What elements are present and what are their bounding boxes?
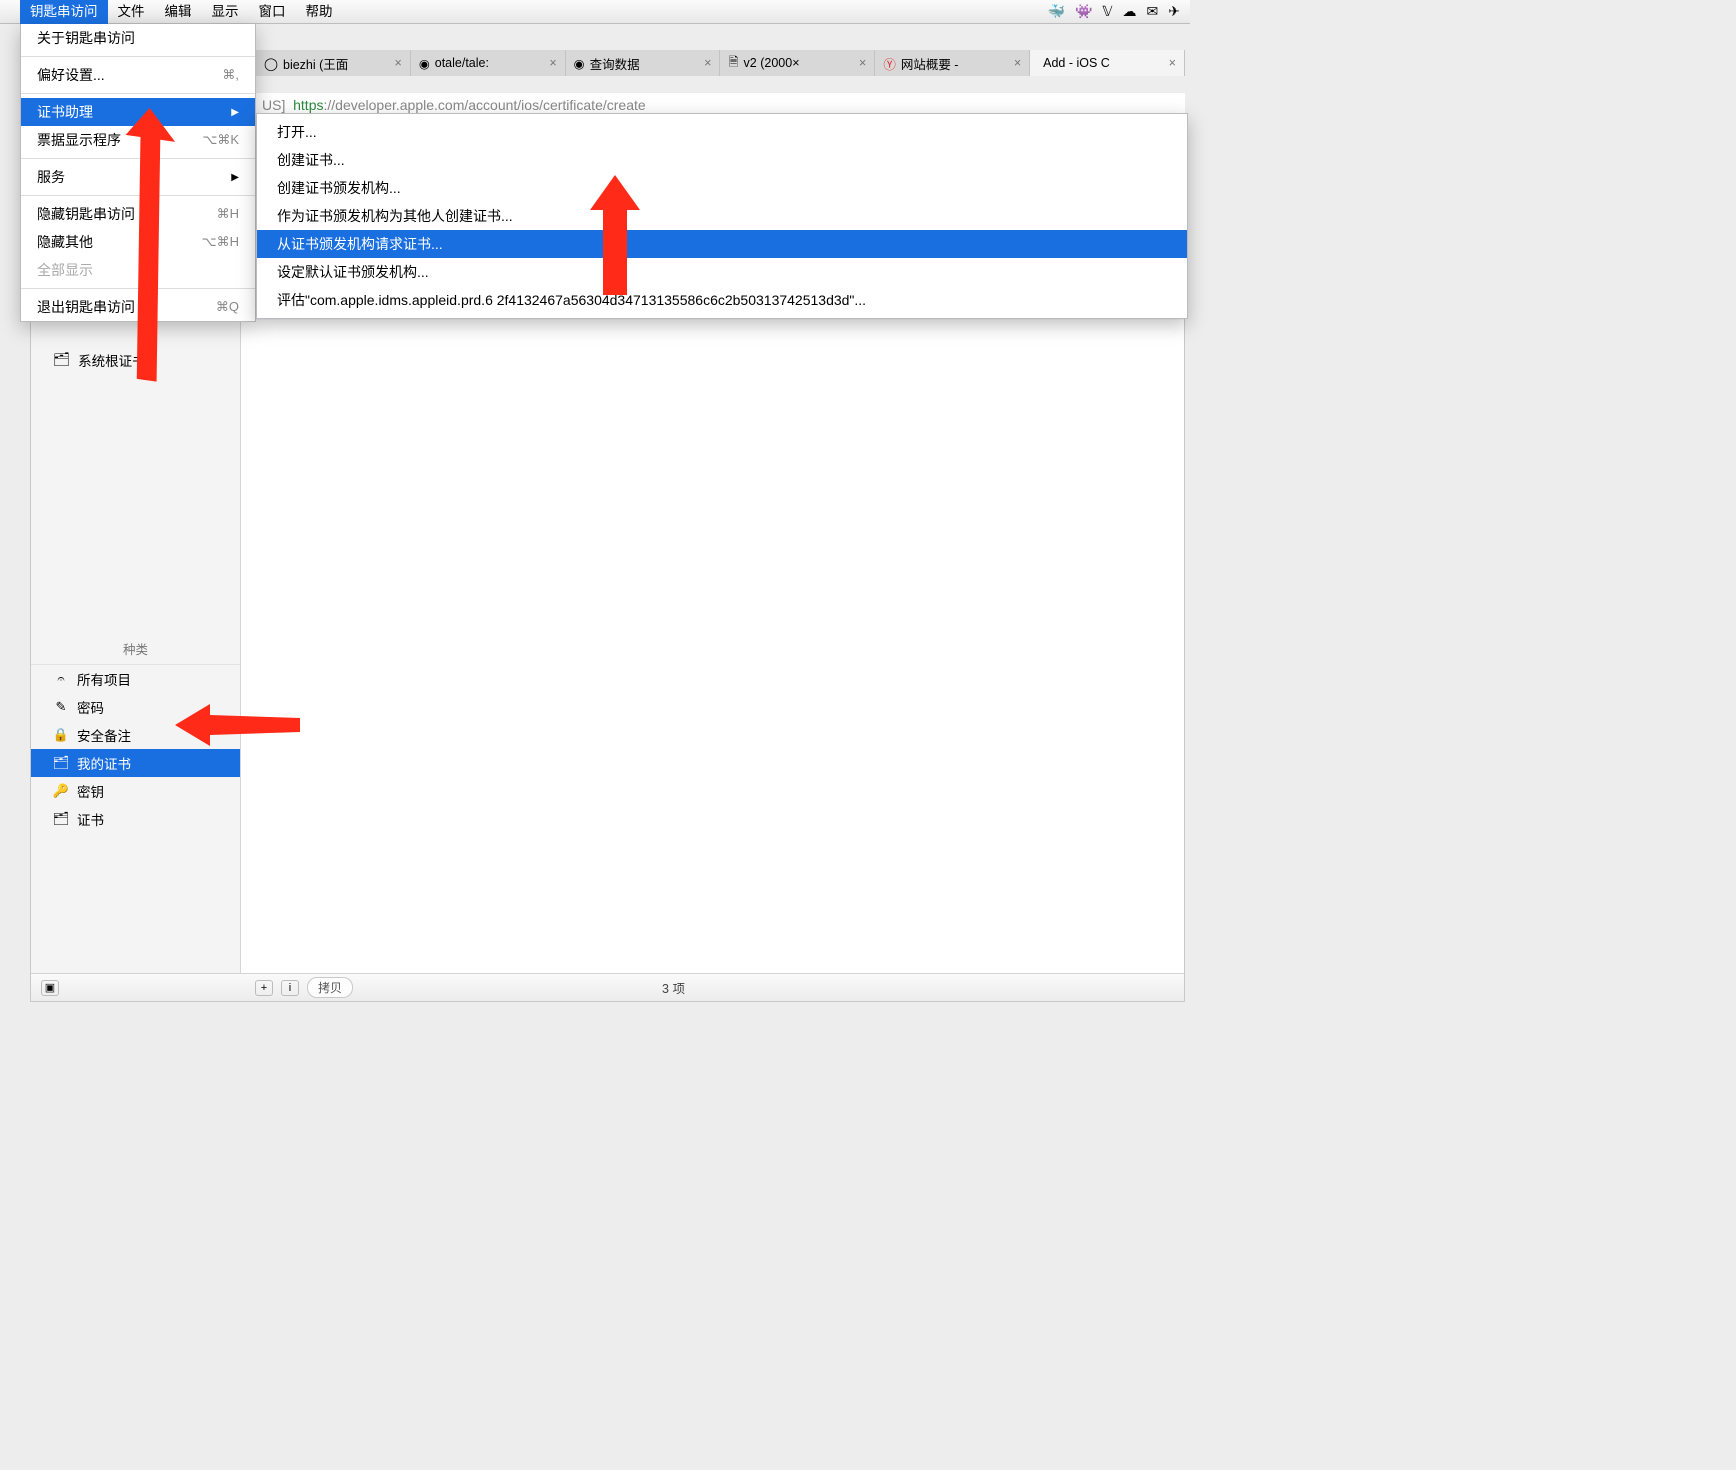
submenu-create-ca[interactable]: 创建证书颁发机构...	[257, 174, 1187, 202]
menu-ticket-viewer[interactable]: 票据显示程序⌥⌘K	[21, 126, 255, 154]
status-bar: ▣ + i 拷贝 3 项	[31, 973, 1184, 1001]
menu-about[interactable]: 关于钥匙串访问	[21, 24, 255, 52]
send-icon[interactable]: ✈︎	[1168, 3, 1180, 20]
system-tray: 🐳 👾 𝕍 ☁︎ ✉︎ ✈︎	[1048, 3, 1190, 20]
sidebar-item-all[interactable]: 𝄐所有项目	[31, 665, 240, 693]
cloud-icon[interactable]: ☁︎	[1123, 3, 1137, 20]
menubar: 钥匙串访问 文件 编辑 显示 窗口 帮助 🐳 👾 𝕍 ☁︎ ✉︎ ✈︎	[0, 0, 1190, 24]
app-menu[interactable]: 钥匙串访问	[20, 0, 108, 24]
tab[interactable]: ◯biezhi (王面×	[256, 50, 411, 76]
tray-icon[interactable]: 𝕍	[1102, 3, 1112, 20]
menu-hide-others[interactable]: 隐藏其他⌥⌘H	[21, 228, 255, 256]
submenu-set-default-ca[interactable]: 设定默认证书颁发机构...	[257, 258, 1187, 286]
sidebar-item-keys[interactable]: 🔑密钥	[31, 777, 240, 805]
app-dropdown: 关于钥匙串访问 偏好设置...⌘, 证书助理▶ 票据显示程序⌥⌘K 服务▶ 隐藏…	[20, 24, 256, 322]
close-icon[interactable]: ×	[1014, 56, 1021, 70]
cert-assistant-submenu: 打开... 创建证书... 创建证书颁发机构... 作为证书颁发机构为其他人创建…	[256, 113, 1188, 319]
submenu-open[interactable]: 打开...	[257, 118, 1187, 146]
sidebar-category: 种类	[31, 633, 240, 665]
menu-cert-assistant[interactable]: 证书助理▶	[21, 98, 255, 126]
menu-edit[interactable]: 编辑	[155, 0, 202, 24]
close-icon[interactable]: ×	[859, 56, 866, 70]
lock-icon: 🔒	[53, 727, 69, 743]
sidebar-item-secure-notes[interactable]: 🔒安全备注	[31, 721, 240, 749]
menu-quit[interactable]: 退出钥匙串访问⌘Q	[21, 293, 255, 321]
tray-icon[interactable]: 👾	[1075, 3, 1092, 20]
menu-help[interactable]: 帮助	[296, 0, 343, 24]
certificate-icon: 🗂	[53, 755, 69, 771]
tab[interactable]: ◉查询数据×	[566, 50, 721, 76]
tab[interactable]: ◉otale/tale:×	[411, 50, 566, 76]
sidebar-item-passwords[interactable]: ✎密码	[31, 693, 240, 721]
info-button[interactable]: i	[281, 980, 299, 996]
close-icon[interactable]: ×	[704, 56, 711, 70]
submenu-evaluate[interactable]: 评估"com.apple.idms.appleid.prd.6 2f413246…	[257, 286, 1187, 314]
sidebar-item-system-roots[interactable]: 🗂系统根证书	[31, 346, 240, 374]
toggle-detail-icon[interactable]: ▣	[41, 980, 59, 996]
item-count: 3 项	[361, 978, 986, 997]
copy-button[interactable]: 拷贝	[307, 977, 353, 998]
menu-window[interactable]: 窗口	[249, 0, 296, 24]
url-text: ://developer.apple.com/account/ios/certi…	[323, 97, 645, 113]
key-icon: 🔑	[53, 783, 69, 799]
docker-icon[interactable]: 🐳	[1048, 3, 1065, 20]
close-icon[interactable]: ×	[1169, 56, 1176, 70]
add-button[interactable]: +	[255, 980, 273, 996]
menu-view[interactable]: 显示	[202, 0, 249, 24]
scissors-icon: 𝄐	[53, 671, 69, 687]
menu-show-all: 全部显示	[21, 256, 255, 284]
menu-prefs[interactable]: 偏好设置...⌘,	[21, 61, 255, 89]
tab[interactable]: Add - iOS C×	[1030, 50, 1185, 76]
menu-file[interactable]: 文件	[108, 0, 155, 24]
submenu-request-from-ca[interactable]: 从证书颁发机构请求证书...	[257, 230, 1187, 258]
pencil-icon: ✎	[53, 699, 69, 715]
submenu-arrow-icon: ▶	[231, 172, 239, 183]
submenu-create-for-others[interactable]: 作为证书颁发机构为其他人创建证书...	[257, 202, 1187, 230]
submenu-create-cert[interactable]: 创建证书...	[257, 146, 1187, 174]
close-icon[interactable]: ×	[395, 56, 402, 70]
menu-services[interactable]: 服务▶	[21, 163, 255, 191]
tab[interactable]: Ⓨ网站概要 -×	[875, 50, 1030, 76]
table-body: ▶com.apple.id...b50313742513d3d 证书 2019年…	[241, 242, 1184, 973]
sidebar-item-my-certificates[interactable]: 🗂我的证书	[31, 749, 240, 777]
menu-hide[interactable]: 隐藏钥匙串访问⌘H	[21, 200, 255, 228]
browser-tabs: ◯biezhi (王面× ◉otale/tale:× ◉查询数据× 🗎v2 (2…	[256, 50, 1185, 76]
sidebar-item-certificates[interactable]: 🗂证书	[31, 805, 240, 833]
tab[interactable]: 🗎v2 (2000××	[720, 50, 875, 76]
wechat-icon[interactable]: ✉︎	[1147, 3, 1159, 20]
certificate-icon: 🗂	[53, 811, 69, 827]
close-icon[interactable]: ×	[549, 56, 556, 70]
submenu-arrow-icon: ▶	[231, 107, 239, 118]
